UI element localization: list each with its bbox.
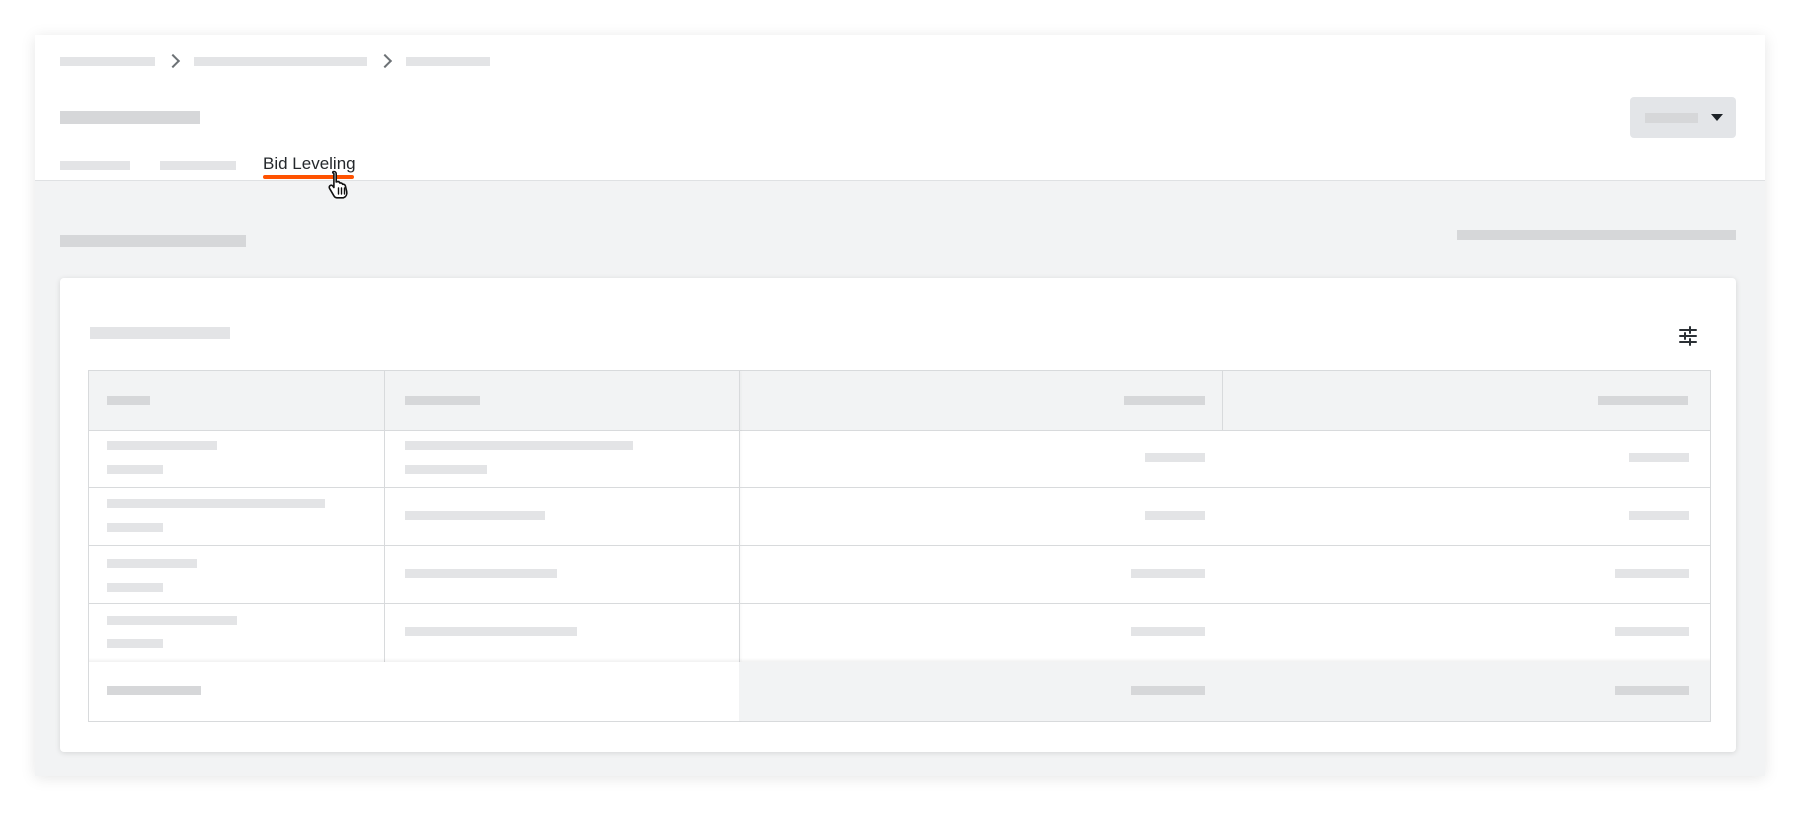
- column-header-3[interactable]: [1124, 396, 1205, 405]
- caret-down-icon: [1711, 114, 1723, 121]
- row-cell-total: [1629, 453, 1689, 462]
- row-cell-amount: [1145, 453, 1205, 462]
- row-cell-desc: [405, 511, 545, 520]
- row-cell-amount: [1145, 511, 1205, 520]
- column-divider: [384, 371, 385, 662]
- row-cell-total: [1629, 511, 1689, 520]
- row-cell-total: [1615, 569, 1689, 578]
- row-cell-name: [107, 441, 217, 450]
- total-row-total: [1615, 686, 1689, 695]
- app-window: Bid Leveling: [35, 35, 1765, 776]
- row-cell-sub: [107, 583, 163, 592]
- actions-dropdown-button[interactable]: [1630, 97, 1736, 138]
- bid-table: [88, 370, 1711, 722]
- bid-leveling-card: [60, 278, 1736, 752]
- row-cell-amount: [1131, 569, 1205, 578]
- row-divider: [89, 487, 1710, 488]
- table-header: [89, 371, 1710, 431]
- row-cell-total: [1615, 627, 1689, 636]
- sliders-icon[interactable]: [1677, 325, 1699, 347]
- actions-dropdown-label: [1645, 113, 1698, 123]
- section-title: [60, 235, 246, 247]
- breadcrumb-item-1[interactable]: [60, 57, 155, 66]
- chevron-right-icon: [377, 53, 393, 69]
- column-header-2[interactable]: [405, 396, 480, 405]
- tab-1[interactable]: [60, 161, 130, 170]
- column-divider: [1222, 371, 1223, 430]
- column-header-1[interactable]: [107, 396, 150, 405]
- section-meta: [1457, 230, 1736, 240]
- hand-pointer-icon: [328, 170, 348, 199]
- tab-2[interactable]: [160, 161, 236, 170]
- row-cell-desc-sub: [405, 465, 487, 474]
- row-divider: [89, 603, 1710, 604]
- page-header: Bid Leveling: [35, 35, 1765, 199]
- row-cell-amount: [1131, 627, 1205, 636]
- breadcrumb-item-3: [406, 57, 490, 66]
- total-row-values-bg: [739, 662, 1710, 721]
- total-row-amount: [1131, 686, 1205, 695]
- row-cell-name: [107, 616, 237, 625]
- row-cell-desc: [405, 627, 577, 636]
- row-cell-sub: [107, 465, 163, 474]
- column-header-4[interactable]: [1598, 396, 1688, 405]
- row-cell-name: [107, 499, 325, 508]
- row-cell-name: [107, 559, 197, 568]
- breadcrumb-item-2[interactable]: [194, 57, 367, 66]
- page-title: [60, 111, 200, 124]
- row-divider: [89, 545, 1710, 546]
- row-cell-desc: [405, 441, 633, 450]
- chevron-right-icon: [165, 53, 181, 69]
- card-title: [90, 327, 230, 339]
- total-row-label: [107, 686, 201, 695]
- table-total-row: [89, 662, 1710, 721]
- row-cell-sub: [107, 639, 163, 648]
- row-cell-desc: [405, 569, 557, 578]
- row-cell-sub: [107, 523, 163, 532]
